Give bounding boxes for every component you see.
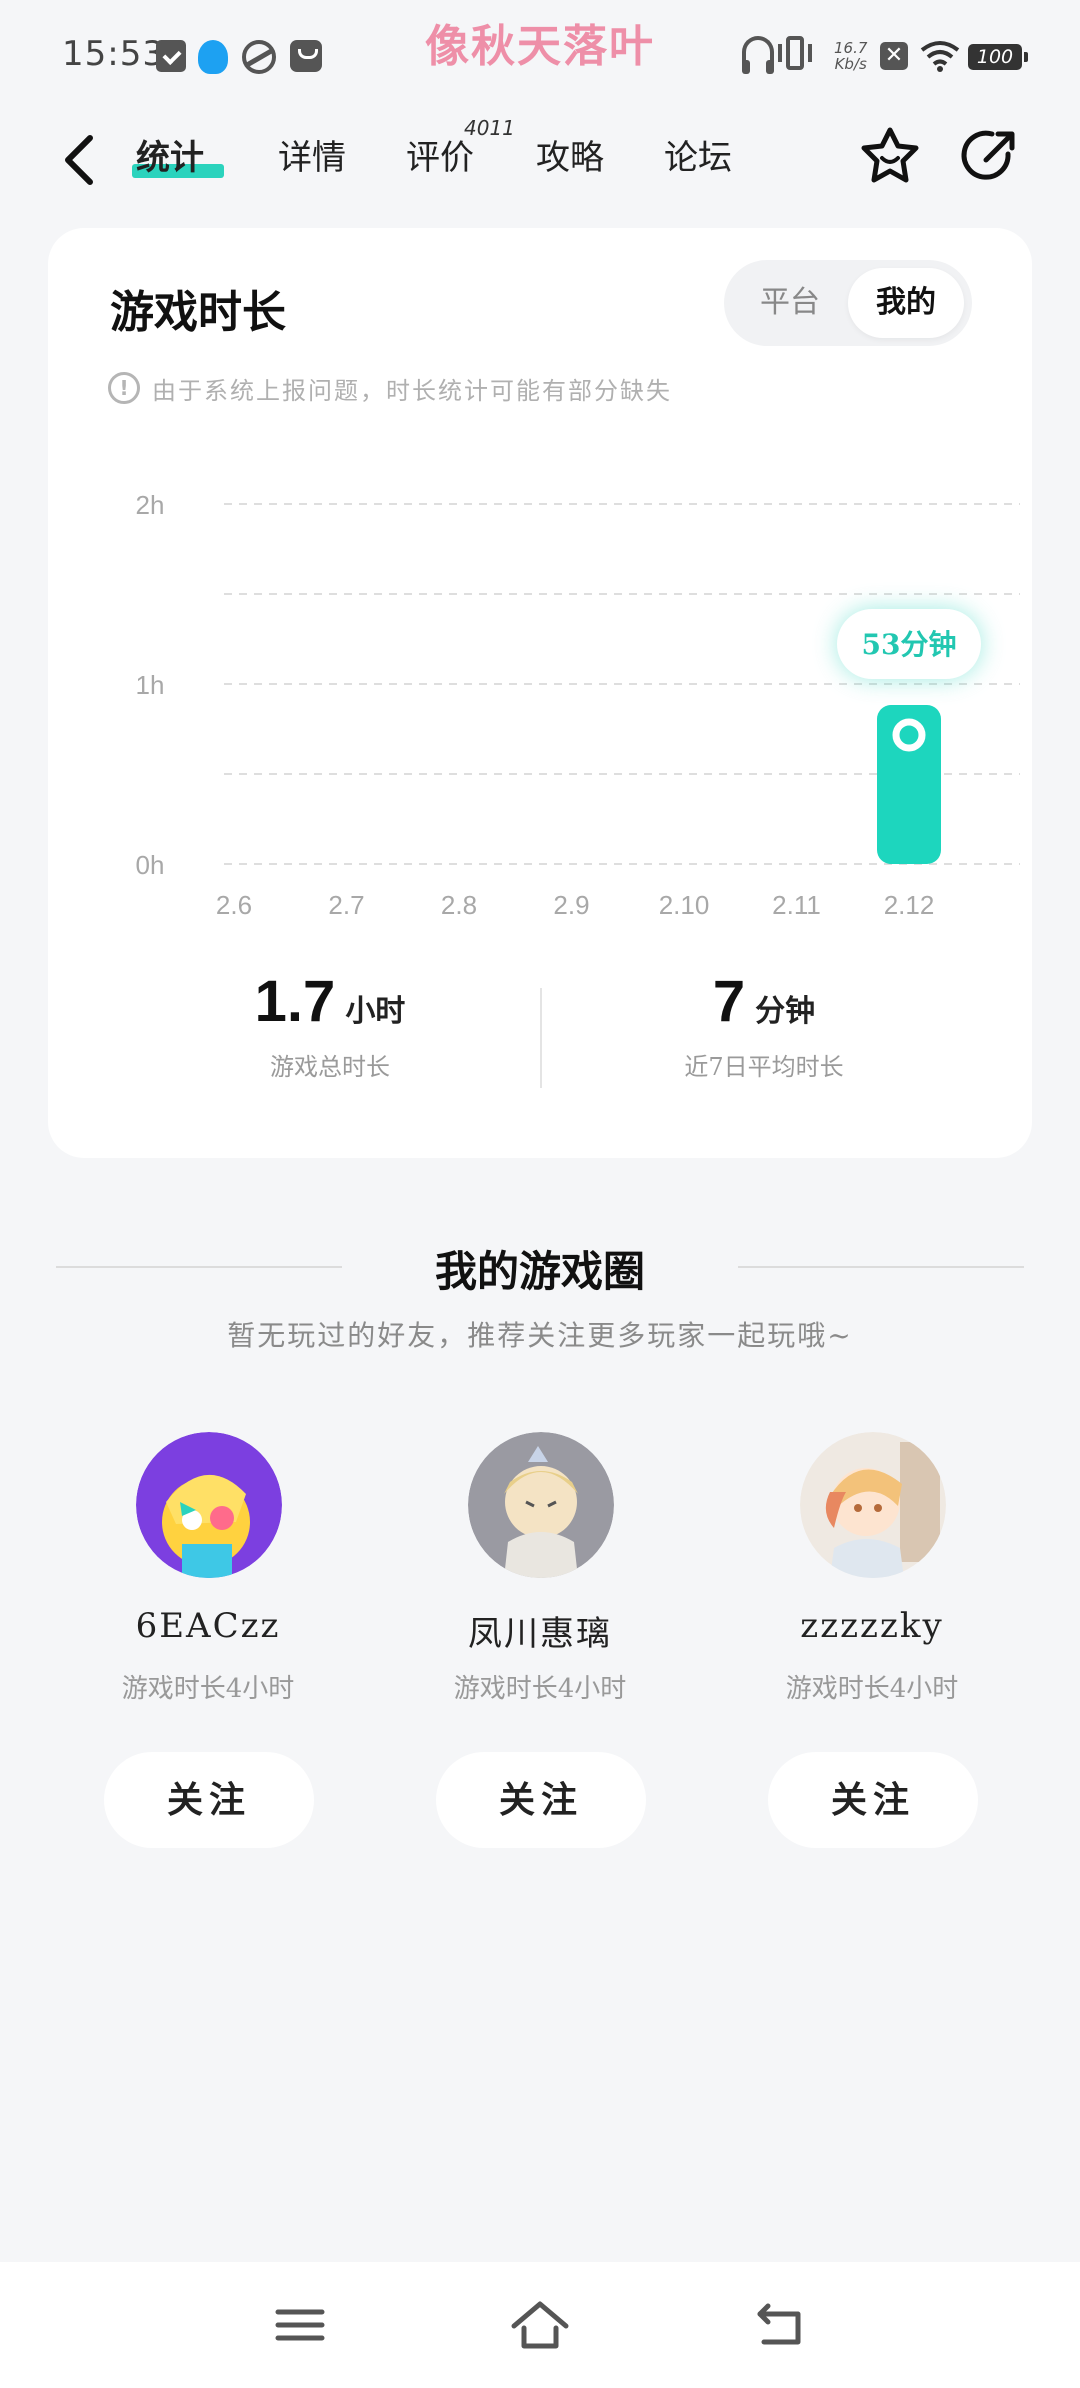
headphone-icon	[742, 36, 774, 74]
toggle-mine[interactable]: 我的	[848, 268, 964, 338]
qq-penguin-icon	[198, 40, 228, 74]
friend-card: 6EACzz 游戏时长4小时 关注	[58, 1432, 358, 1852]
play-time-card: 游戏时长 平台 我的 ! 由于系统上报问题，时长统计可能有部分缺失 0h 1h 2h…	[48, 228, 1032, 1158]
friend-card: 凤川惠璃 游戏时长4小时 关注	[390, 1432, 690, 1852]
wifi-icon	[920, 41, 960, 72]
system-navigation-bar	[0, 2262, 1080, 2388]
average-time-label: 近7日平均时长	[684, 1053, 844, 1081]
game-circle-subtitle: 暂无玩过的好友，推荐关注更多玩家一起玩哦~	[227, 1319, 853, 1352]
y-tick-label: 0h	[136, 850, 165, 880]
average-time-unit: 分钟	[755, 994, 816, 1029]
share-icon[interactable]	[958, 124, 1022, 188]
tab-guides[interactable]: 攻略	[536, 130, 604, 179]
play-time-summary: 1.7 小时 游戏总时长 7 分钟 近7日平均时长	[48, 968, 1032, 1118]
network-speed: 16.7 Kb/s	[834, 39, 868, 73]
total-time-block: 1.7 小时 游戏总时长	[120, 968, 540, 1082]
avatar[interactable]	[800, 1432, 946, 1578]
back-arrow-icon[interactable]	[56, 128, 100, 192]
notice-text: 由于系统上报问题，时长统计可能有部分缺失	[152, 376, 672, 405]
y-tick-label: 2h	[136, 490, 165, 520]
follow-button[interactable]: 关注	[104, 1752, 314, 1848]
back-icon[interactable]	[750, 2298, 810, 2352]
friend-play-time: 游戏时长4小时	[453, 1674, 627, 1704]
game-circle-header: 我的游戏圈	[0, 1230, 1080, 1300]
total-time-label: 游戏总时长	[270, 1053, 390, 1081]
vibrate-icon	[778, 36, 812, 70]
tab-forum[interactable]: 论坛	[664, 130, 732, 179]
x-tick-label: 2.7	[328, 890, 364, 920]
toggle-platform[interactable]: 平台	[732, 268, 848, 338]
reviews-count-badge: 4011	[464, 116, 515, 140]
info-icon: !	[108, 372, 140, 404]
divider-right	[738, 1266, 1024, 1268]
x-tick-label: 2.9	[553, 890, 589, 920]
follow-button[interactable]: 关注	[436, 1752, 646, 1848]
game-circle-title: 我的游戏圈	[434, 1247, 645, 1296]
friend-name: zzzzzky	[800, 1606, 944, 1646]
summary-divider	[540, 988, 542, 1088]
total-time-value: 1.7	[254, 969, 336, 1034]
no-sim-icon: ✕	[880, 42, 908, 70]
favorite-star-icon[interactable]	[858, 124, 922, 188]
scope-toggle: 平台 我的	[724, 260, 972, 346]
x-tick-label: 2.10	[659, 890, 710, 920]
friend-play-time: 游戏时长4小时	[785, 1674, 959, 1704]
top-navigation: 统计 详情 评价 4011 攻略 论坛	[0, 110, 1080, 210]
friend-card: zzzzzky 游戏时长4小时 关注	[722, 1432, 1022, 1852]
follow-button[interactable]: 关注	[768, 1752, 978, 1848]
avatar[interactable]	[136, 1432, 282, 1578]
bar[interactable]	[877, 705, 941, 864]
planet-icon	[242, 40, 276, 74]
average-time-value: 7	[712, 969, 746, 1034]
menu-icon[interactable]	[270, 2298, 330, 2352]
notice: ! 由于系统上报问题，时长统计可能有部分缺失	[108, 368, 672, 408]
home-icon[interactable]	[510, 2298, 570, 2352]
x-tick-label: 2.8	[441, 890, 477, 920]
x-tick-label: 2.12	[884, 890, 935, 920]
watermark-text: 像秋天落叶	[425, 21, 655, 72]
tab-details[interactable]: 详情	[278, 130, 346, 179]
average-time-block: 7 分钟 近7日平均时长	[554, 968, 974, 1082]
status-time: 15:53	[62, 34, 165, 74]
play-time-chart: 0h 1h 2h 53分钟 2.6 2.7 2.8 2.9 2.10 2.11 2.12	[136, 490, 1020, 920]
avatar[interactable]	[468, 1432, 614, 1578]
shopping-bag-icon	[290, 40, 322, 72]
clipboard-check-icon	[156, 40, 186, 72]
y-tick-label: 1h	[136, 670, 165, 700]
x-tick-label: 2.6	[216, 890, 252, 920]
friend-name: 凤川惠璃	[468, 1614, 612, 1654]
friend-name: 6EACzz	[135, 1606, 281, 1646]
tab-stats[interactable]: 统计	[136, 130, 204, 179]
friend-play-time: 游戏时长4小时	[121, 1674, 295, 1704]
status-bar: 15:53 像秋天落叶 16.7 Kb/s ✕ 100	[0, 0, 1080, 110]
total-time-unit: 小时	[345, 994, 406, 1029]
battery-icon: 100	[968, 44, 1028, 70]
x-tick-label: 2.11	[772, 890, 821, 920]
card-title: 游戏时长	[110, 287, 286, 338]
value-tooltip-label: 53分钟	[862, 628, 957, 661]
